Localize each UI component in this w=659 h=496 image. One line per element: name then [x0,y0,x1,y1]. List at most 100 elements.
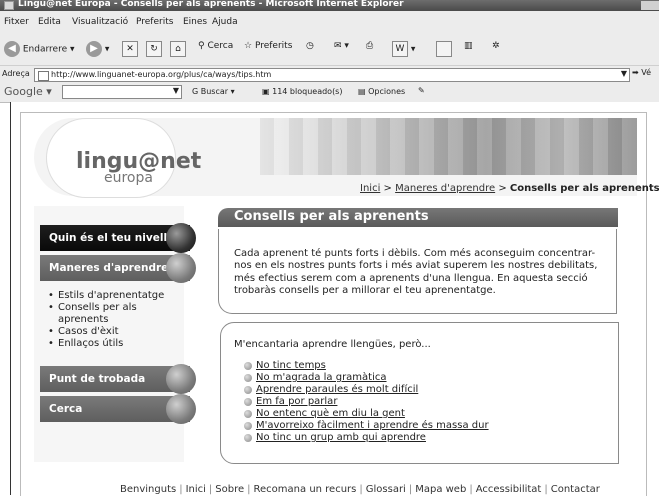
options-icon: ▤ [358,87,366,96]
footer-contact[interactable]: Contactar [551,484,600,495]
popup-icon: ▣ [262,87,270,96]
nav-sublist: Estils d'aprenentatge Consells per als a… [48,290,164,350]
menu-favorites[interactable]: Preferits [136,17,173,27]
print-button[interactable]: ⎙ [366,41,373,51]
google-toolbar: Google ▾ ▼ G Buscar ▾ ▣ 114 bloqueado(s)… [0,83,659,103]
highlighter-icon[interactable]: ✎ [418,86,425,95]
nav-subitem-tips[interactable]: Consells per als aprenents [48,302,148,326]
bullet-icon [244,362,252,370]
menu-help[interactable]: Ajuda [212,17,238,27]
mail-button[interactable]: ✉ ▾ [334,41,349,51]
word-icon: W [392,41,408,57]
address-input[interactable]: http://www.linguanet-europa.org/plus/ca/… [34,68,630,82]
nav-meeting[interactable]: Punt de trobada [40,364,196,394]
forward-arrow-icon: ▶ [86,41,102,57]
history-icon: ◷ [306,41,314,51]
page-border [10,102,11,495]
nav-subitem-links[interactable]: Enllaços útils [48,338,164,350]
list-item[interactable]: Em fa por parlar [244,396,489,408]
discuss-icon [436,41,452,57]
content-heading-bar: Consells per als aprenents [218,208,618,227]
breadcrumb: Inici > Maneres d'aprendre > Consells pe… [360,183,659,194]
footer-sitemap[interactable]: Mapa web [415,484,466,495]
star-icon: ☆ [244,41,253,51]
popup-blocker[interactable]: ▣ 114 bloqueado(s) [262,87,342,96]
home-button[interactable]: ⌂ [170,41,186,57]
tips-lead: M'encantaria aprendre llengües, però... [234,339,431,350]
forward-button[interactable]: ▶ ▾ [86,41,109,57]
nav-subitem-styles[interactable]: Estils d'aprenentatge [48,290,164,302]
window-title: Lingu@net Europa - Consells per als apre… [18,0,404,9]
nav-subitem-success[interactable]: Casos d'èxit [48,326,164,338]
window-controls[interactable] [641,1,659,10]
list-item[interactable]: M'avorreixo fàcilment i aprendre és mass… [244,420,489,432]
list-item[interactable]: No tinc temps [244,360,489,372]
bullet-icon [244,386,252,394]
back-button[interactable]: ◀ Endarrere ▾ [4,41,75,57]
bullet-icon [244,410,252,418]
title-bar: Lingu@net Europa - Consells per als apre… [0,0,659,11]
ie-window-icon [4,1,14,10]
bullet-icon [244,434,252,442]
footer-welcome[interactable]: Benvinguts [120,484,176,495]
google-logo[interactable]: Google ▾ [4,85,52,98]
print-icon: ⎙ [366,41,374,51]
breadcrumb-home[interactable]: Inici [360,183,380,194]
nav-ball-icon [166,394,196,424]
stop-button[interactable]: ✕ [122,41,138,57]
nav-search[interactable]: Cerca [40,394,196,424]
footer-home[interactable]: Inici [186,484,206,495]
mail-icon: ✉ [334,41,342,51]
menu-bar: Fitxer Edita Visualització Preferits Ein… [0,11,659,32]
list-item[interactable]: No tinc un grup amb qui aprendre [244,432,489,444]
edit-button[interactable]: W ▾ [392,41,415,57]
page-icon [38,71,49,81]
history-button[interactable]: ◷ [306,41,314,51]
page-title: Consells per als aprenents [234,209,429,224]
nav-ball-icon [166,253,196,283]
footer-accessibility[interactable]: Accessibilitat [476,484,542,495]
dropdown-arrow-icon[interactable]: ▼ [621,69,627,78]
research-button[interactable]: ▥ [464,41,473,51]
nav-ball-icon [166,223,196,253]
footer-recommend[interactable]: Recomana un recurs [254,484,357,495]
messenger-icon: ✲ [492,41,500,51]
list-item[interactable]: No entenc què em diu la gent [244,408,489,420]
home-icon: ⌂ [170,41,186,57]
go-arrow-icon: ➡ [632,68,639,77]
breadcrumb-current: Consells per als aprenents [509,183,659,194]
menu-tools[interactable]: Eines [183,17,207,27]
bullet-icon [244,398,252,406]
go-button[interactable]: ➡ Vé [632,68,651,77]
footer-about[interactable]: Sobre [215,484,244,495]
search-button[interactable]: ⚲ Cerca [198,41,233,51]
bullet-icon [244,422,252,430]
dropdown-arrow-icon[interactable]: ▼ [173,86,179,95]
google-search-input[interactable]: ▼ [62,85,182,99]
list-item[interactable]: No m'agrada la gramàtica [244,372,489,384]
stop-icon: ✕ [122,41,138,57]
tips-links: No tinc temps No m'agrada la gramàtica A… [244,360,489,444]
address-label: Adreça [2,69,30,78]
nav-ball-icon [166,364,196,394]
list-item[interactable]: Aprendre paraules és molt difícil [244,384,489,396]
toolbar: ◀ Endarrere ▾ ▶ ▾ ✕ ↻ ⌂ ⚲ Cerca ☆ Prefer… [0,31,659,66]
nav-level[interactable]: Quin és el teu nivell? [40,223,196,253]
intro-text: Cada aprenent té punts forts i dèbils. C… [234,248,598,296]
nav-ways[interactable]: Maneres d'aprendre [40,253,196,283]
discuss-button[interactable] [436,41,452,57]
breadcrumb-ways[interactable]: Maneres d'aprendre [395,183,495,194]
address-bar: Adreça http://www.linguanet-europa.org/p… [0,66,659,84]
header-banner-image [260,118,637,175]
messenger-button[interactable]: ✲ [492,41,500,51]
google-options[interactable]: ▤ Opciones [358,87,405,96]
menu-view[interactable]: Visualització [72,17,128,27]
search-icon: ⚲ [198,41,205,51]
footer-glossary[interactable]: Glossari [366,484,406,495]
bullet-icon [244,374,252,382]
favorites-button[interactable]: ☆ Preferits [244,41,292,51]
google-search-button[interactable]: G Buscar ▾ [192,87,235,96]
menu-file[interactable]: Fitxer [4,17,29,27]
menu-edit[interactable]: Edita [38,17,61,27]
refresh-button[interactable]: ↻ [146,41,162,57]
